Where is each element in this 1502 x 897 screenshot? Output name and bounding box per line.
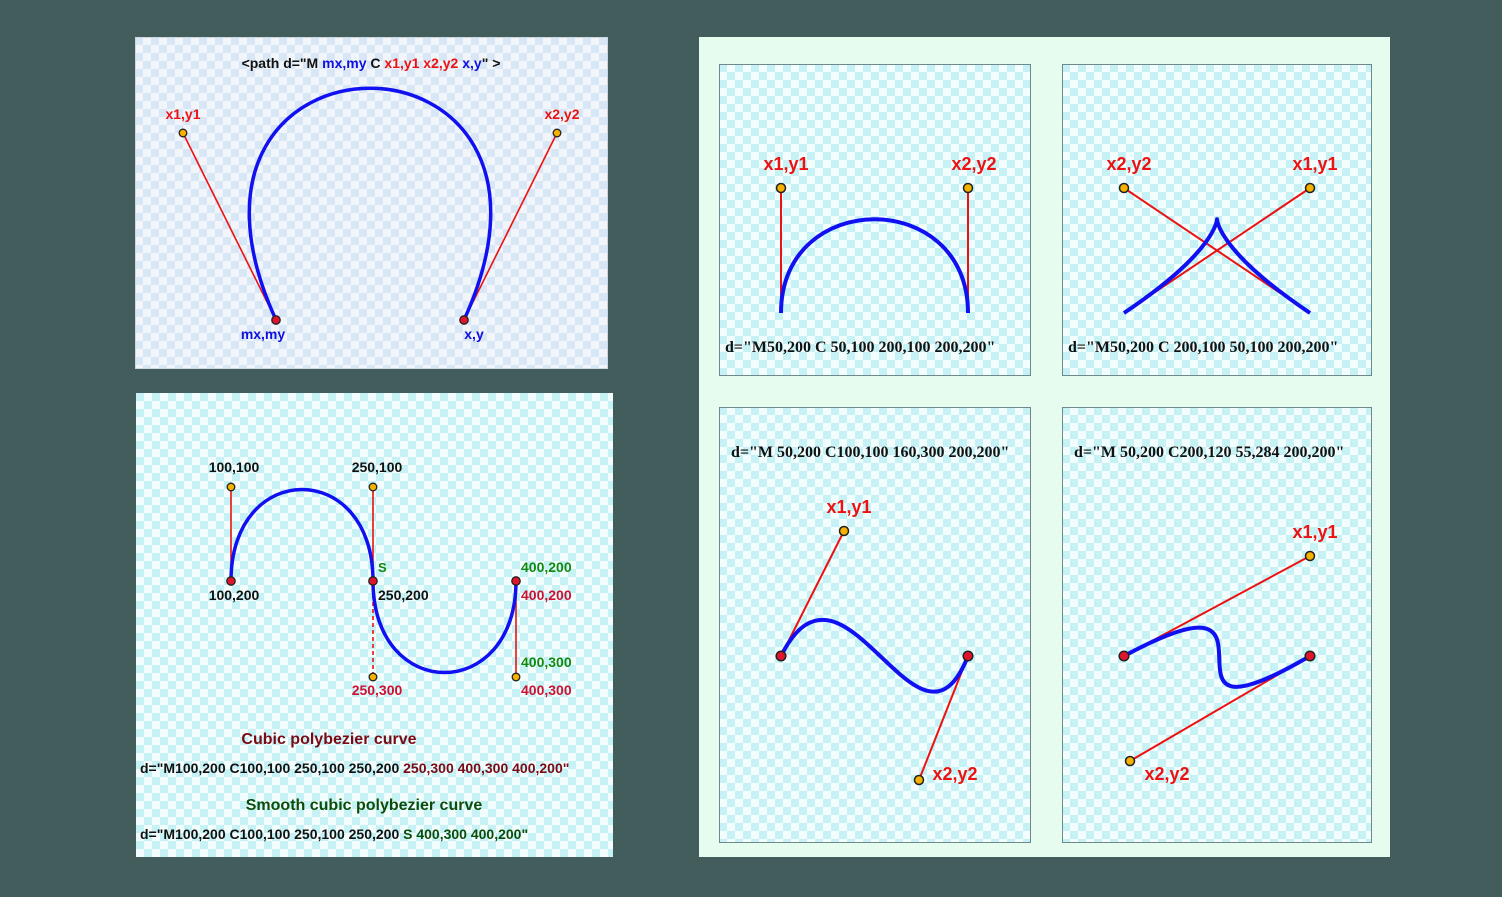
- polybezier-diagram: 100,100 250,100 100,200 S 250,200 250,30…: [136, 393, 613, 857]
- start-point: [271, 315, 281, 325]
- cubic-title: Cubic polybezier curve: [241, 731, 416, 748]
- label-250-100: 250,100: [352, 459, 403, 475]
- label-250-300: 250,300: [352, 682, 403, 698]
- end-point: [459, 315, 469, 325]
- example-1-label-b: x2,y2: [951, 154, 996, 174]
- label-400-200-green: 400,200: [521, 559, 572, 575]
- example-3: x1,y1 x2,y2 d="M 50,200 C100,100 160,300…: [719, 407, 1031, 843]
- smooth-title: Smooth cubic polybezier curve: [246, 797, 483, 814]
- example-2-label-b: x1,y1: [1292, 154, 1337, 174]
- example-1: x1,y1 x2,y2 d="M50,200 C 50,100 200,100 …: [719, 64, 1031, 376]
- example-4-code: d="M 50,200 C200,120 55,284 200,200": [1074, 444, 1344, 461]
- example-4: x1,y1 x2,y2 d="M 50,200 C200,120 55,284 …: [1062, 407, 1372, 843]
- example-2-code: d="M50,200 C 200,100 50,100 200,200": [1068, 339, 1338, 356]
- cp1-label: x1,y1: [165, 106, 200, 122]
- example-4-label-a: x1,y1: [1292, 522, 1337, 542]
- anatomy-panel: <path d="M mx,my C x1,y1 x2,y2 x,y" > x1…: [135, 37, 608, 369]
- anatomy-diagram: <path d="M mx,my C x1,y1 x2,y2 x,y" > x1…: [135, 37, 608, 369]
- examples-container: x1,y1 x2,y2 d="M50,200 C 50,100 200,100 …: [699, 37, 1390, 857]
- example-2: x2,y2 x1,y1 d="M50,200 C 200,100 50,100 …: [1062, 64, 1372, 376]
- polybezier-panel: 100,100 250,100 100,200 S 250,200 250,30…: [136, 393, 613, 857]
- control-point-2: [552, 128, 562, 138]
- syntax-line: <path d="M mx,my C x1,y1 x2,y2 x,y" >: [242, 55, 501, 71]
- start-label: mx,my: [241, 326, 286, 342]
- point-250-200: [368, 576, 378, 586]
- label-s: S: [378, 560, 387, 575]
- smooth-code: d="M100,200 C100,100 250,100 250,200 S 4…: [140, 826, 528, 842]
- example-3-label-a: x1,y1: [826, 497, 871, 517]
- cubic-code: d="M100,200 C100,100 250,100 250,200 250…: [140, 760, 569, 776]
- example-2-label-a: x2,y2: [1106, 154, 1151, 174]
- label-100-100: 100,100: [209, 459, 260, 475]
- control-point-250-100: [368, 482, 378, 492]
- examples-diagram: x1,y1 x2,y2 d="M50,200 C 50,100 200,100 …: [719, 64, 1372, 843]
- control-point-1: [178, 128, 188, 138]
- label-400-300-green: 400,300: [521, 654, 572, 670]
- control-point-250-300: [368, 672, 378, 682]
- label-400-300-red: 400,300: [521, 682, 572, 698]
- point-100-200: [226, 576, 236, 586]
- label-250-200: 250,200: [378, 587, 429, 603]
- point-400-200: [511, 576, 521, 586]
- cp2-label: x2,y2: [544, 106, 579, 122]
- example-1-label-a: x1,y1: [763, 154, 808, 174]
- label-100-200: 100,200: [209, 587, 260, 603]
- example-3-label-b: x2,y2: [932, 764, 977, 784]
- label-400-200-red: 400,200: [521, 587, 572, 603]
- control-point-100-100: [226, 482, 236, 492]
- example-3-code: d="M 50,200 C100,100 160,300 200,200": [731, 444, 1009, 461]
- end-label: x,y: [464, 326, 484, 342]
- example-4-label-b: x2,y2: [1144, 764, 1189, 784]
- example-1-code: d="M50,200 C 50,100 200,100 200,200": [725, 339, 995, 356]
- control-point-400-300: [511, 672, 521, 682]
